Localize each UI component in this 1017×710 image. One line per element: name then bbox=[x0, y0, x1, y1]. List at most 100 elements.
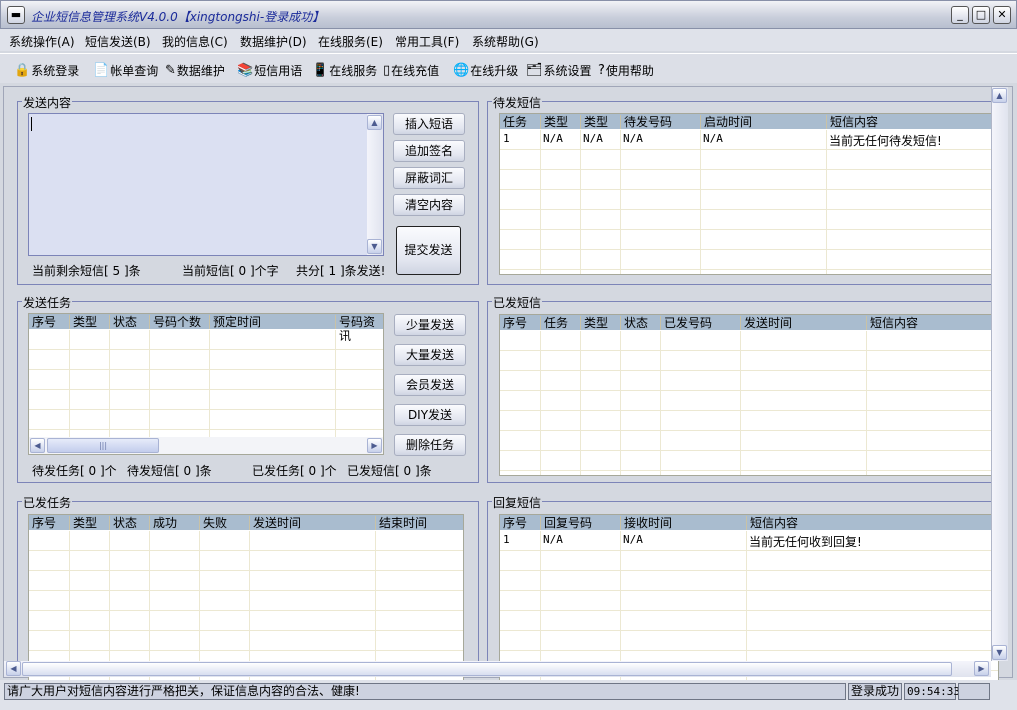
column-header[interactable]: 启动时间 bbox=[700, 115, 752, 129]
column-header[interactable]: 已发号码 bbox=[660, 316, 712, 330]
column-header[interactable]: 号码个数 bbox=[149, 315, 201, 329]
column-header[interactable]: 短信内容 bbox=[826, 115, 878, 129]
column-header[interactable]: 回复号码 bbox=[540, 516, 592, 530]
vertical-scrollbar[interactable]: ▲ ▼ bbox=[367, 114, 383, 255]
toolbar-button-4[interactable]: 📱 在线服务 bbox=[312, 62, 377, 79]
column-header[interactable]: 类型 bbox=[540, 115, 568, 129]
toolbar-label: 使用帮助 bbox=[605, 64, 654, 78]
toolbar-button-6[interactable]: 🌐 在线升级 bbox=[453, 62, 518, 79]
table-header: 序号 回复号码 接收时间 短信内容 bbox=[500, 515, 998, 531]
main-vertical-scrollbar[interactable]: ▲ ▼ bbox=[991, 87, 1008, 661]
toolbar-button-8[interactable]: ? 使用帮助 bbox=[598, 62, 654, 79]
toolbar-button-0[interactable]: 🔒 系统登录 bbox=[14, 62, 79, 79]
scroll-up-icon[interactable]: ▲ bbox=[367, 115, 382, 130]
status-extra bbox=[958, 683, 990, 700]
finished-tasks-table: 序号 类型 状态 成功 失败 发送时间 结束时间 bbox=[28, 514, 464, 684]
column-header[interactable]: 待发号码 bbox=[620, 115, 672, 129]
horizontal-scroll-thumb[interactable] bbox=[22, 662, 952, 676]
column-header[interactable]: 任务 bbox=[540, 316, 568, 330]
scroll-down-icon[interactable]: ▼ bbox=[992, 645, 1007, 660]
menu-send[interactable]: 短信发送(B) bbox=[85, 33, 151, 50]
scroll-right-icon[interactable]: ▶ bbox=[367, 438, 382, 453]
append-signature-button[interactable]: 追加签名 bbox=[393, 140, 465, 162]
minimize-button[interactable]: _ bbox=[951, 6, 969, 24]
menu-tools[interactable]: 常用工具(F) bbox=[395, 33, 459, 50]
row-line bbox=[29, 630, 463, 631]
column-header[interactable]: 预定时间 bbox=[209, 315, 261, 329]
column-header[interactable]: 序号 bbox=[29, 516, 56, 530]
column-header[interactable]: 类型 bbox=[69, 315, 97, 329]
menu-help[interactable]: 系统帮助(G) bbox=[472, 33, 539, 50]
table-cell: N/A bbox=[623, 533, 643, 546]
horizontal-scroll-thumb[interactable]: ||| bbox=[47, 438, 159, 453]
table-cell: N/A bbox=[623, 132, 643, 145]
scroll-left-icon[interactable]: ◀ bbox=[6, 661, 21, 676]
column-line bbox=[540, 130, 541, 274]
column-header[interactable]: 结束时间 bbox=[375, 516, 427, 530]
scroll-right-icon[interactable]: ▶ bbox=[974, 661, 989, 676]
bulk-send-button[interactable]: 大量发送 bbox=[394, 344, 466, 366]
insert-phrase-button[interactable]: 插入短语 bbox=[393, 113, 465, 135]
toolbar-label: 在线服务 bbox=[329, 64, 378, 78]
diy-send-button[interactable]: DIY发送 bbox=[394, 404, 466, 426]
delete-task-button[interactable]: 删除任务 bbox=[394, 434, 466, 456]
close-button[interactable]: ✕ bbox=[993, 6, 1011, 24]
menu-bar: 系统操作(A) 短信发送(B) 我的信息(C) 数据维护(D) 在线服务(E) … bbox=[0, 29, 1017, 51]
main-panel: 发送内容 ▲ ▼ 插入短语 追加签名 屏蔽词汇 清空内容 提交发送 当前剩余短信… bbox=[3, 86, 1013, 684]
menu-data[interactable]: 数据维护(D) bbox=[240, 33, 307, 50]
column-header[interactable]: 短信内容 bbox=[746, 516, 798, 530]
toolbar-button-1[interactable]: 📄 帐单查询 bbox=[93, 62, 158, 79]
message-input[interactable]: ▲ ▼ bbox=[28, 113, 384, 256]
menu-online[interactable]: 在线服务(E) bbox=[318, 33, 383, 50]
sent-sms-title: 已发短信 bbox=[492, 294, 543, 311]
column-header[interactable]: 状态 bbox=[109, 315, 137, 329]
horizontal-scrollbar[interactable]: ◀ ||| ▶ bbox=[29, 437, 383, 454]
column-header[interactable]: 任务 bbox=[500, 115, 527, 129]
table-cell: 1 bbox=[503, 533, 510, 546]
toolbar-button-2[interactable]: ✎ 数据维护 bbox=[165, 62, 225, 79]
row-line bbox=[500, 410, 998, 411]
toolbar-button-7[interactable]: 🗂 系统设置 bbox=[526, 62, 592, 79]
maximize-button[interactable]: □ bbox=[972, 6, 990, 24]
column-header[interactable]: 发送时间 bbox=[740, 316, 792, 330]
column-header[interactable]: 发送时间 bbox=[249, 516, 301, 530]
block-words-button[interactable]: 屏蔽词汇 bbox=[393, 167, 465, 189]
column-header[interactable]: 类型 bbox=[580, 316, 608, 330]
toolbar-button-5[interactable]: ▯ 在线充值 bbox=[383, 62, 439, 79]
member-send-button[interactable]: 会员发送 bbox=[394, 374, 466, 396]
row-line bbox=[500, 169, 998, 170]
main-horizontal-scrollbar[interactable]: ◀ ▶ bbox=[4, 661, 991, 677]
toolbar: 🔒 系统登录 📄 帐单查询 ✎ 数据维护 📚 短信用语 📱 在线服务 ▯ 在线充值 🌐 在线升级 🗂 系统设置… bbox=[0, 53, 1017, 83]
column-line bbox=[109, 330, 110, 454]
column-line bbox=[335, 330, 336, 454]
column-header[interactable]: 失败 bbox=[199, 516, 227, 530]
column-header[interactable]: 成功 bbox=[149, 516, 177, 530]
small-send-button[interactable]: 少量发送 bbox=[394, 314, 466, 336]
column-header[interactable]: 序号 bbox=[500, 516, 527, 530]
column-header[interactable]: 短信内容 bbox=[866, 316, 918, 330]
column-header[interactable]: 类型 bbox=[580, 115, 608, 129]
column-header[interactable]: 号码资讯 bbox=[335, 315, 383, 343]
column-header[interactable]: 序号 bbox=[29, 315, 56, 329]
replies-group: 回复短信 序号 回复号码 接收时间 短信内容 1 N/A N/A 当前无任何收到回复! bbox=[487, 494, 999, 684]
scroll-left-icon[interactable]: ◀ bbox=[30, 438, 45, 453]
column-header[interactable]: 状态 bbox=[620, 316, 648, 330]
menu-system[interactable]: 系统操作(A) bbox=[9, 33, 75, 50]
scroll-up-icon[interactable]: ▲ bbox=[992, 88, 1007, 103]
submit-send-button[interactable]: 提交发送 bbox=[396, 226, 461, 275]
toolbar-button-3[interactable]: 📚 短信用语 bbox=[237, 62, 302, 79]
split-count-label: 共分[ 1 ]条发送! bbox=[296, 264, 386, 278]
row-line bbox=[500, 249, 998, 250]
column-header[interactable]: 序号 bbox=[500, 316, 527, 330]
system-menu-icon[interactable]: ▬ bbox=[7, 6, 25, 24]
send-tasks-group: 发送任务 序号 类型 状态 号码个数 预定时间 号码资讯 ◀ ||| ▶ 少量发送 大量发送 会… bbox=[17, 294, 479, 483]
scroll-down-icon[interactable]: ▼ bbox=[367, 239, 382, 254]
send-tasks-table: 序号 类型 状态 号码个数 预定时间 号码资讯 ◀ ||| ▶ bbox=[28, 313, 384, 455]
clear-content-button[interactable]: 清空内容 bbox=[393, 194, 465, 216]
pending-sms-title: 待发短信 bbox=[492, 94, 543, 111]
column-header[interactable]: 类型 bbox=[69, 516, 97, 530]
column-header[interactable]: 状态 bbox=[109, 516, 137, 530]
column-header[interactable]: 接收时间 bbox=[620, 516, 672, 530]
menu-my-info[interactable]: 我的信息(C) bbox=[162, 33, 228, 50]
row-line bbox=[500, 570, 998, 571]
